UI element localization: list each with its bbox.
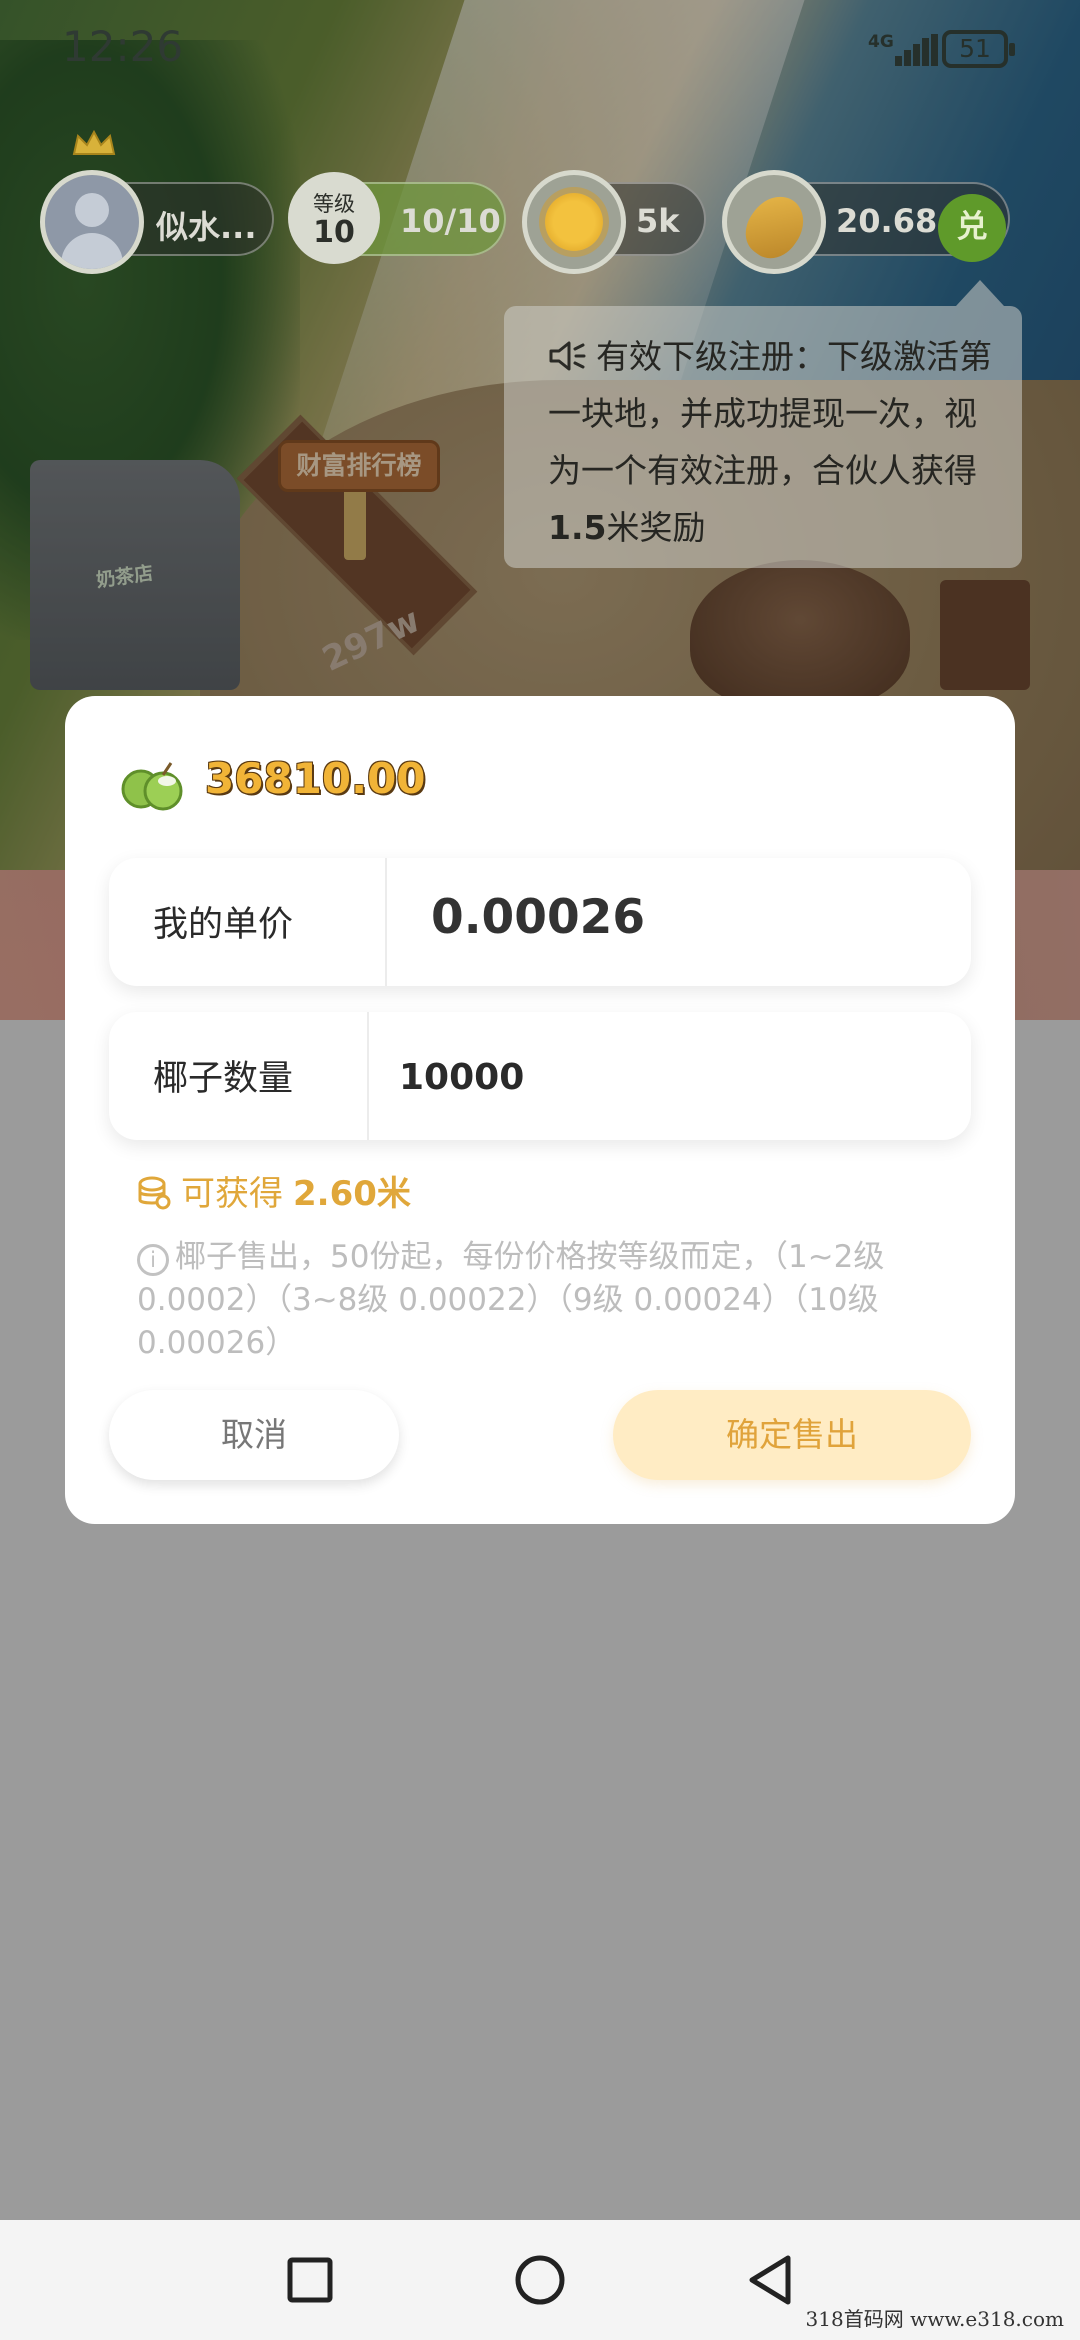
earn-amount: 2.60米 [293, 1174, 411, 1214]
price-row: 我的单价 0.00026 [109, 858, 971, 986]
price-label: 我的单价 [153, 905, 294, 945]
coconut-icon [121, 762, 183, 811]
system-nav-bar: 318首码网 www.e318.com [0, 2220, 1080, 2340]
status-time: 12:26 [62, 22, 184, 71]
price-divider [385, 858, 387, 986]
rules-text: 椰子售出，50份起，每份价格按等级而定，（1~2级 0.0002）（3~8级 0… [137, 1239, 885, 1361]
sell-dialog: 36810.00 我的单价 0.00026 椰子数量 可获得2.60米 i椰子售… [65, 696, 1015, 1524]
corn-amount: 20.68 [836, 202, 938, 240]
level-progress: 10/10 [400, 202, 501, 240]
circle-icon[interactable] [512, 2252, 568, 2308]
level-label: 等级 [313, 192, 355, 216]
corn-badge [722, 170, 826, 274]
coconut-balance: 36810.00 [205, 754, 426, 803]
battery-icon: 51 [942, 30, 1015, 68]
quantity-row: 椰子数量 [109, 1012, 971, 1140]
avatar[interactable] [40, 170, 144, 274]
info-icon: i [137, 1244, 169, 1276]
notice-reward-value: 1.5 [548, 508, 607, 547]
price-rules: i 椰子售出，50份起，每份价格按等级而定，（1~2级 0.0002）（3~8级 … [137, 1236, 937, 1365]
notice-text-main: 有效下级注册：下级激活第一块地，并成功提现一次，视为一个有效注册，合伙人获得 [548, 337, 992, 490]
sun-icon [545, 193, 603, 251]
level-value: 10 [313, 215, 355, 250]
corn-icon [735, 185, 815, 269]
notice-tooltip: 有效下级注册：下级激活第一块地，并成功提现一次，视为一个有效注册，合伙人获得 1.… [504, 280, 1022, 568]
earn-prefix: 可获得 [181, 1174, 283, 1214]
sun-badge [522, 170, 626, 274]
notice-text-tail: 米奖励 [606, 508, 706, 547]
crown-icon [72, 130, 116, 155]
price-value: 0.00026 [431, 890, 646, 945]
quantity-input[interactable] [399, 1052, 919, 1102]
coin-stack-icon [138, 1176, 171, 1210]
confirm-sell-button[interactable]: 确定售出 [613, 1390, 971, 1480]
square-icon[interactable] [282, 2252, 338, 2308]
quantity-label: 椰子数量 [153, 1059, 294, 1099]
signal-icon [895, 34, 938, 66]
earn-estimate: 可获得 2.60米 [137, 1166, 411, 1215]
exchange-button[interactable]: 兑 [938, 194, 1006, 262]
sun-count: 5k [636, 202, 680, 240]
quantity-divider [367, 1012, 369, 1140]
cancel-button[interactable]: 取消 [109, 1390, 399, 1480]
username: 似水... [156, 208, 257, 246]
network-type: 4G [868, 32, 894, 52]
speaker-icon [549, 341, 586, 371]
status-bar: 12:26 4G 51 [0, 0, 1080, 100]
avatar-placeholder-icon [45, 175, 139, 269]
level-badge: 等级 10 [288, 172, 380, 264]
back-triangle-icon[interactable] [742, 2252, 798, 2308]
notice-text: 有效下级注册：下级激活第一块地，并成功提现一次，视为一个有效注册，合伙人获得 1.… [548, 328, 992, 556]
watermark: 318首码网 www.e318.com [805, 2307, 1064, 2331]
